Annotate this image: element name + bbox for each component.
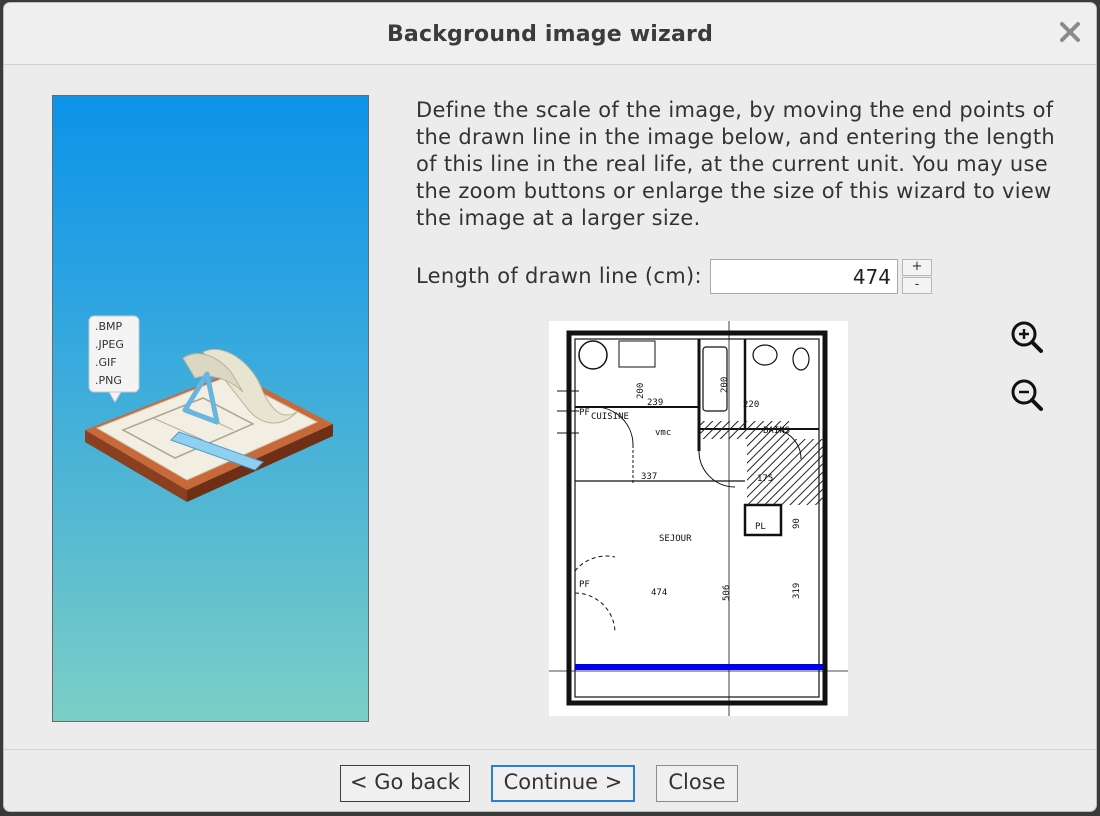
plan-label-vmc: vmc	[655, 428, 671, 438]
length-increment-button[interactable]: +	[902, 259, 932, 276]
plan-dim-506: 506	[722, 585, 732, 601]
title-bar: Background image wizard	[4, 3, 1096, 65]
background-image-wizard-dialog: Background image wizard .BMP .JPEG .GIF …	[3, 2, 1097, 812]
zoom-out-icon[interactable]	[1009, 377, 1045, 413]
plan-dim-319: 319	[792, 583, 802, 599]
plan-dim-200a: 200	[636, 383, 646, 399]
close-icon[interactable]	[1055, 17, 1085, 47]
dialog-footer: < Go back Continue > Close	[4, 749, 1096, 811]
plan-label-pf-left: PF	[579, 580, 590, 590]
zoom-in-icon[interactable]	[1009, 319, 1045, 355]
plan-dim-239: 239	[647, 398, 663, 408]
dialog-title: Background image wizard	[386, 22, 714, 47]
plan-label-pf-top: PF	[579, 408, 590, 418]
go-back-button[interactable]: < Go back	[340, 765, 470, 802]
length-label: Length of drawn line (cm):	[416, 264, 702, 288]
length-decrement-button[interactable]: -	[902, 277, 932, 294]
plan-label-cuisine: CUISINE	[591, 412, 629, 422]
format-label-gif: .GIF	[95, 356, 117, 369]
format-label-jpeg: .JPEG	[95, 338, 124, 351]
plan-dim-474: 474	[651, 588, 667, 598]
instructions-text: Define the scale of the image, by moving…	[416, 98, 1056, 230]
plan-label-pl: PL	[755, 522, 766, 532]
plan-dim-175: 175	[757, 474, 773, 484]
floor-plan-import-illustration: .BMP .JPEG .GIF .PNG	[85, 315, 333, 502]
close-button[interactable]: Close	[656, 765, 738, 802]
plan-dim-200b: 200	[720, 377, 730, 393]
plan-dim-337: 337	[641, 472, 657, 482]
plan-dim-90: 90	[792, 518, 802, 529]
plan-label-sejour: SEJOUR	[659, 534, 692, 544]
plan-dim-220: 220	[743, 400, 759, 410]
continue-button[interactable]: Continue >	[491, 765, 635, 802]
format-label-bmp: .BMP	[95, 320, 123, 333]
floor-plan-image[interactable]: CUISINE PF vmc SEJOUR BAINS PL PF 239 22…	[549, 321, 848, 716]
wizard-illustration-panel: .BMP .JPEG .GIF .PNG	[52, 95, 369, 722]
length-input[interactable]	[710, 259, 898, 294]
plan-label-bains: BAINS	[763, 426, 790, 436]
format-label-png: .PNG	[95, 374, 122, 387]
